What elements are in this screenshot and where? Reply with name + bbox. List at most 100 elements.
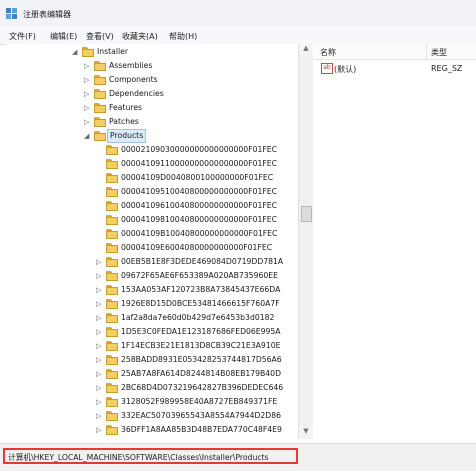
values-pane: 名称 类型 ab (默认) REG_SZ xyxy=(314,44,476,439)
tree-item-label: Products xyxy=(107,129,147,143)
registry-editor-icon xyxy=(6,8,17,19)
expand-arrow-icon[interactable]: ▷ xyxy=(84,89,89,99)
tree-item-product[interactable]: ▷ 1926E8D15D0BCE53481466615F760A7F xyxy=(6,297,306,311)
tree-item-product[interactable]: ▷ 25AB7A8FA614D8244814B08EB179B40D xyxy=(6,367,306,381)
folder-icon xyxy=(106,229,118,239)
folder-icon xyxy=(94,75,106,85)
folder-icon xyxy=(106,425,118,435)
tree-item-product[interactable]: ▷ 2BC68D4D073219642827B396DEDEC646 xyxy=(6,381,306,395)
expand-arrow-icon[interactable]: ▷ xyxy=(96,271,101,281)
menu-edit[interactable]: 编辑(E) xyxy=(50,31,77,42)
tree-item-assemblies[interactable]: ▷ Assemblies xyxy=(6,59,306,73)
folder-icon xyxy=(106,271,118,281)
expand-arrow-icon[interactable]: ▷ xyxy=(96,425,101,435)
folder-icon xyxy=(106,215,118,225)
window-title: 注册表编辑器 xyxy=(23,10,71,19)
tree-item-label: 00004109610040800000000000F01FEC xyxy=(121,201,278,210)
menu-file[interactable]: 文件(F) xyxy=(9,31,36,42)
tree-item-product[interactable]: ▷ 1F14ECB3E21E1813D8CB39C21E3A910E xyxy=(6,339,306,353)
folder-icon xyxy=(106,355,118,365)
menu-favorites[interactable]: 收藏夹(A) xyxy=(122,31,158,42)
tree-item-label: 00004109810040800000000000F01FEC xyxy=(121,215,278,224)
expand-arrow-icon[interactable]: ▷ xyxy=(96,327,101,337)
tree-item-installer[interactable]: ◢ Installer xyxy=(6,45,306,59)
tree-item-features[interactable]: ▷ Features xyxy=(6,101,306,115)
expand-arrow-icon[interactable]: ▷ xyxy=(84,75,89,85)
expand-arrow-icon[interactable]: ▷ xyxy=(96,355,101,365)
tree-item-product[interactable]: ▷ 00EB5B1E8F3DEDE469084D0719DD781A xyxy=(6,255,306,269)
tree-item-product[interactable]: ▷ 09672F65AE6F653389A020AB735960EE xyxy=(6,269,306,283)
tree-item-product[interactable]: ▷ 1D5E3C0FEDA1E123187686FED06E995A xyxy=(6,325,306,339)
tree-item-label: 1af2a8da7e60d0b429d7e6453b3d0182 xyxy=(121,313,275,322)
tree-item-product[interactable]: ▷ 36DFF1A8AA85B3D48B7EDA770C48F4E9 xyxy=(6,423,306,437)
scroll-down-arrow-icon[interactable]: ▼ xyxy=(299,427,313,439)
tree-scrollbar[interactable]: ▲ ▼ xyxy=(298,44,313,439)
folder-icon xyxy=(106,341,118,351)
tree-item-label: 00004109110000000000000000F01FEC xyxy=(121,159,278,168)
tree-item-product[interactable]: 00004109810040800000000000F01FEC xyxy=(6,213,306,227)
tree-item-product[interactable]: 00004109E6004080000000000F01FEC xyxy=(6,241,306,255)
expand-arrow-icon[interactable]: ▷ xyxy=(84,61,89,71)
tree-item-label: 00EB5B1E8F3DEDE469084D0719DD781A xyxy=(121,257,284,266)
tree-item-label: 1926E8D15D0BCE53481466615F760A7F xyxy=(121,299,280,308)
tree-item-label: 36DFF1A8AA85B3D48B7EDA770C48F4E9 xyxy=(121,425,282,434)
folder-icon xyxy=(106,299,118,309)
tree-item-product[interactable]: ▷ 1af2a8da7e60d0b429d7e6453b3d0182 xyxy=(6,311,306,325)
column-type-header[interactable]: 类型 xyxy=(431,47,447,58)
column-divider[interactable] xyxy=(426,44,427,59)
string-value-icon: ab xyxy=(321,63,333,74)
tree-item-product[interactable]: 00004109610040800000000000F01FEC xyxy=(6,199,306,213)
expand-arrow-icon[interactable]: ▷ xyxy=(84,103,89,113)
collapse-arrow-icon[interactable]: ◢ xyxy=(84,131,89,141)
folder-icon xyxy=(106,201,118,211)
scroll-up-arrow-icon[interactable]: ▲ xyxy=(299,44,313,56)
menu-bar: 文件(F) 编辑(E) 查看(V) 收藏夹(A) 帮助(H) xyxy=(0,26,476,45)
column-name-header[interactable]: 名称 xyxy=(320,47,336,58)
registry-tree[interactable]: ◢ Installer ▷ Assemblies ▷ Components ▷ … xyxy=(6,44,313,439)
tree-item-product[interactable]: 00004109510040800000000000F01FEC xyxy=(6,185,306,199)
tree-item-product[interactable]: 00004109B10040800000000000F01FEC xyxy=(6,227,306,241)
tree-item-label: 153AA053AF120723B8A73845437E66DA xyxy=(121,285,281,294)
tree-item-product[interactable]: 00004109D0040800100000000F01FEC xyxy=(6,171,306,185)
tree-item-label: 1F14ECB3E21E1813D8CB39C21E3A910E xyxy=(121,341,281,350)
tree-item-dependencies[interactable]: ▷ Dependencies xyxy=(6,87,306,101)
expand-arrow-icon[interactable]: ▷ xyxy=(96,383,101,393)
tree-item-product[interactable]: ▷ 153AA053AF120723B8A73845437E66DA xyxy=(6,283,306,297)
menu-help[interactable]: 帮助(H) xyxy=(169,31,197,42)
tree-item-product[interactable]: ▷ 332EAC50703965543A8554A7944D2D86 xyxy=(6,409,306,423)
expand-arrow-icon[interactable]: ▷ xyxy=(96,341,101,351)
folder-icon xyxy=(106,173,118,183)
tree-item-products[interactable]: ◢ Products xyxy=(6,129,306,143)
folder-icon xyxy=(94,131,106,141)
expand-arrow-icon[interactable]: ▷ xyxy=(96,299,101,309)
menu-view[interactable]: 查看(V) xyxy=(86,31,114,42)
tree-item-patches[interactable]: ▷ Patches xyxy=(6,115,306,129)
tree-item-label: 00004109D0040800100000000F01FEC xyxy=(121,173,274,182)
scroll-thumb[interactable] xyxy=(301,206,312,222)
folder-icon xyxy=(106,327,118,337)
tree-item-label: Components xyxy=(109,75,158,84)
tree-item-label: 09672F65AE6F653389A020AB735960EE xyxy=(121,271,278,280)
value-name[interactable]: (默认) xyxy=(334,64,356,75)
tree-item-product[interactable]: ▷ 3128052F989958E40A8727EB849371FE xyxy=(6,395,306,409)
expand-arrow-icon[interactable]: ▷ xyxy=(96,397,101,407)
folder-icon xyxy=(106,243,118,253)
status-path: 计算机\HKEY_LOCAL_MACHINE\SOFTWARE\Classes\… xyxy=(8,453,269,462)
folder-icon xyxy=(106,145,118,155)
expand-arrow-icon[interactable]: ▷ xyxy=(96,411,101,421)
tree-item-product[interactable]: 00002109030000000000000000F01FEC xyxy=(6,143,306,157)
tree-item-label: 332EAC50703965543A8554A7944D2D86 xyxy=(121,411,281,420)
folder-icon xyxy=(94,61,106,71)
tree-item-label: 25AB7A8FA614D8244814B08EB179B40D xyxy=(121,369,281,378)
tree-item-product[interactable]: ▷ 258BADD8931E053428253744817D56A6 xyxy=(6,353,306,367)
expand-arrow-icon[interactable]: ▷ xyxy=(96,257,101,267)
expand-arrow-icon[interactable]: ▷ xyxy=(96,369,101,379)
expand-arrow-icon[interactable]: ▷ xyxy=(96,285,101,295)
tree-item-components[interactable]: ▷ Components xyxy=(6,73,306,87)
collapse-arrow-icon[interactable]: ◢ xyxy=(72,47,77,57)
tree-item-product[interactable]: 00004109110000000000000000F01FEC xyxy=(6,157,306,171)
expand-arrow-icon[interactable]: ▷ xyxy=(84,117,89,127)
tree-item-label: 2BC68D4D073219642827B396DEDEC646 xyxy=(121,383,284,392)
folder-icon xyxy=(106,397,118,407)
expand-arrow-icon[interactable]: ▷ xyxy=(96,313,101,323)
